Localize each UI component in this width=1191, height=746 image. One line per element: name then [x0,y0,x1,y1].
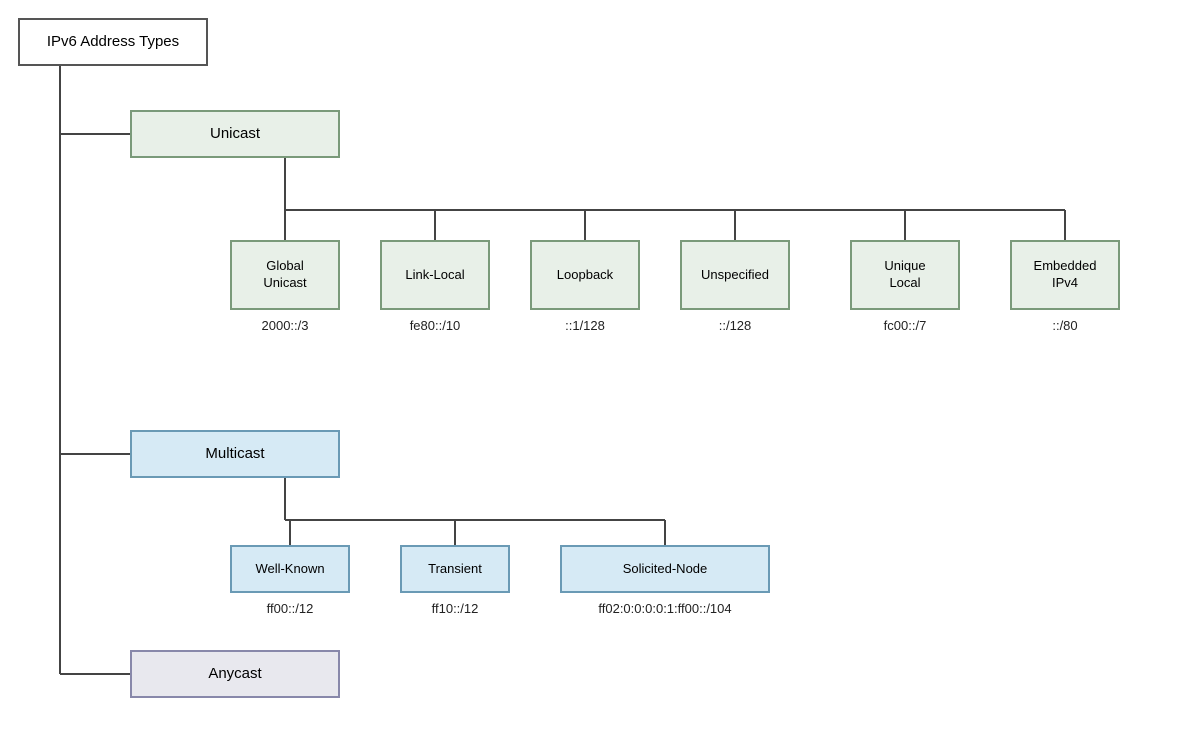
global-unicast-node: GlobalUnicast [230,240,340,310]
unspecified-address: ::/128 [680,318,790,333]
uniquelocal-address: fc00::/7 [850,318,960,333]
embeddedipv4-address: ::/80 [1010,318,1120,333]
diagram: IPv6 Address Types Unicast Multicast Any… [0,0,1191,746]
unspecified-label: Unspecified [701,267,769,284]
wellknown-node: Well-Known [230,545,350,593]
global-unicast-address: 2000::/3 [230,318,340,333]
transient-address: ff10::/12 [400,601,510,616]
transient-label: Transient [428,561,482,578]
unicast-label: Unicast [210,124,260,144]
embeddedipv4-label: EmbeddedIPv4 [1034,258,1097,292]
solicitednode-address: ff02:0:0:0:0:1:ff00::/104 [540,601,790,616]
uniquelocal-label: UniqueLocal [884,258,925,292]
multicast-node: Multicast [130,430,340,478]
loopback-address: ::1/128 [530,318,640,333]
loopback-node: Loopback [530,240,640,310]
linklocal-address: fe80::/10 [380,318,490,333]
embeddedipv4-node: EmbeddedIPv4 [1010,240,1120,310]
wellknown-address: ff00::/12 [230,601,350,616]
transient-node: Transient [400,545,510,593]
multicast-label: Multicast [205,444,264,464]
root-node: IPv6 Address Types [18,18,208,66]
root-label: IPv6 Address Types [47,32,179,52]
loopback-label: Loopback [557,267,613,284]
linklocal-node: Link-Local [380,240,490,310]
unspecified-node: Unspecified [680,240,790,310]
solicitednode-node: Solicited-Node [560,545,770,593]
solicitednode-label: Solicited-Node [623,561,708,578]
uniquelocal-node: UniqueLocal [850,240,960,310]
anycast-node: Anycast [130,650,340,698]
unicast-node: Unicast [130,110,340,158]
wellknown-label: Well-Known [255,561,324,578]
anycast-label: Anycast [208,664,261,684]
linklocal-label: Link-Local [405,267,464,284]
global-unicast-label: GlobalUnicast [263,258,306,292]
